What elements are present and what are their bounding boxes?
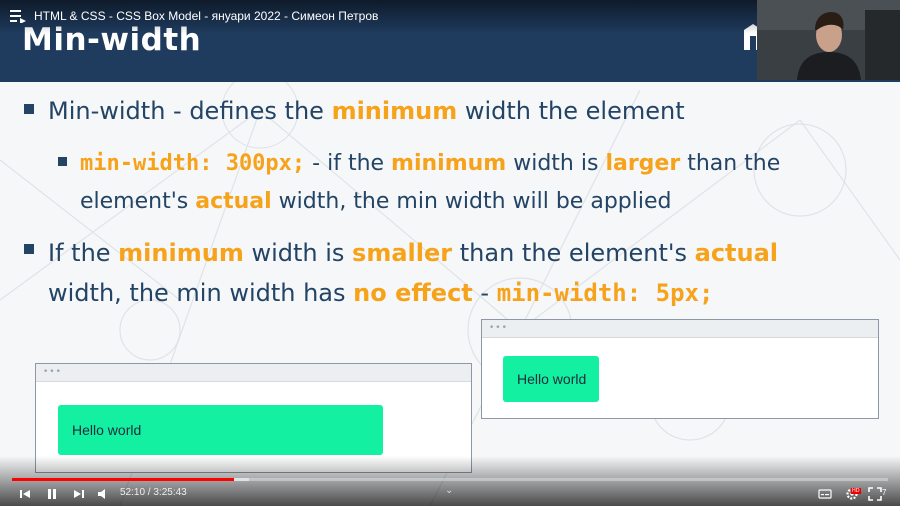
- window-dots-icon: •••: [489, 323, 508, 333]
- bullet-marker: [24, 244, 34, 254]
- window-dots-icon: •••: [43, 367, 62, 377]
- bullet-text: width is: [243, 239, 353, 267]
- bullet-no-effect: If the minimum width is smaller than the…: [48, 233, 848, 313]
- subtitles-icon[interactable]: [818, 487, 832, 501]
- bullet-text: Min-width - defines the: [48, 97, 332, 125]
- highlight-no-effect: no effect: [353, 279, 473, 307]
- fullscreen-icon[interactable]: [868, 487, 882, 501]
- code-min-width-300px: min-width: 300px;: [80, 151, 306, 176]
- volume-icon[interactable]: [96, 487, 110, 501]
- playlist-icon[interactable]: [10, 9, 26, 23]
- highlight-minimum: minimum: [118, 239, 244, 267]
- bullet-text: -: [472, 279, 497, 307]
- sub-bullet-marker: [58, 157, 67, 166]
- bullet-min-width-definition: Min-width - defines the minimum width th…: [48, 96, 685, 126]
- bullet-text: width is: [506, 151, 606, 176]
- highlight-minimum: minimum: [331, 97, 458, 125]
- hello-world-box-narrow: Hello world: [503, 356, 599, 402]
- highlight-larger: larger: [605, 151, 681, 176]
- chevron-down-icon[interactable]: ⌄: [445, 485, 453, 496]
- pause-icon[interactable]: [45, 487, 59, 501]
- browser-titlebar: •••: [36, 364, 471, 382]
- bullet-marker: [24, 104, 34, 114]
- highlight-smaller: smaller: [352, 239, 453, 267]
- webcam-feed: [757, 0, 900, 80]
- code-min-width-5px: min-width: 5px;: [496, 279, 714, 307]
- sub-bullet-min-width-300px: min-width: 300px; - if the minimum width…: [80, 145, 880, 221]
- hello-world-box-wide: Hello world: [58, 405, 383, 455]
- bullet-text: If the: [48, 239, 119, 267]
- skip-next-icon[interactable]: [72, 487, 86, 501]
- highlight-actual: actual: [694, 239, 779, 267]
- speed-label: 7: [882, 488, 887, 497]
- player-controls-overlay: [0, 456, 900, 506]
- video-title[interactable]: HTML & CSS - CSS Box Model - януари 2022…: [34, 9, 378, 23]
- skip-previous-icon[interactable]: [18, 487, 32, 501]
- browser-titlebar: •••: [482, 320, 878, 338]
- bullet-text: than the element's: [452, 239, 695, 267]
- highlight-minimum: minimum: [391, 151, 507, 176]
- hd-badge: HD: [851, 488, 861, 494]
- progress-bar[interactable]: [12, 478, 888, 481]
- bullet-text: width, the min width will be applied: [271, 189, 672, 214]
- browser-mockup-narrow: ••• Hello world: [481, 319, 879, 419]
- progress-played: [12, 478, 234, 481]
- presenter-video: [757, 0, 900, 80]
- time-display: 52:10 / 3:25:43: [120, 487, 187, 498]
- bullet-text: width the element: [457, 97, 685, 125]
- bullet-text: - if the: [305, 151, 392, 176]
- highlight-actual: actual: [195, 189, 272, 214]
- bullet-text: width, the min width has: [48, 279, 354, 307]
